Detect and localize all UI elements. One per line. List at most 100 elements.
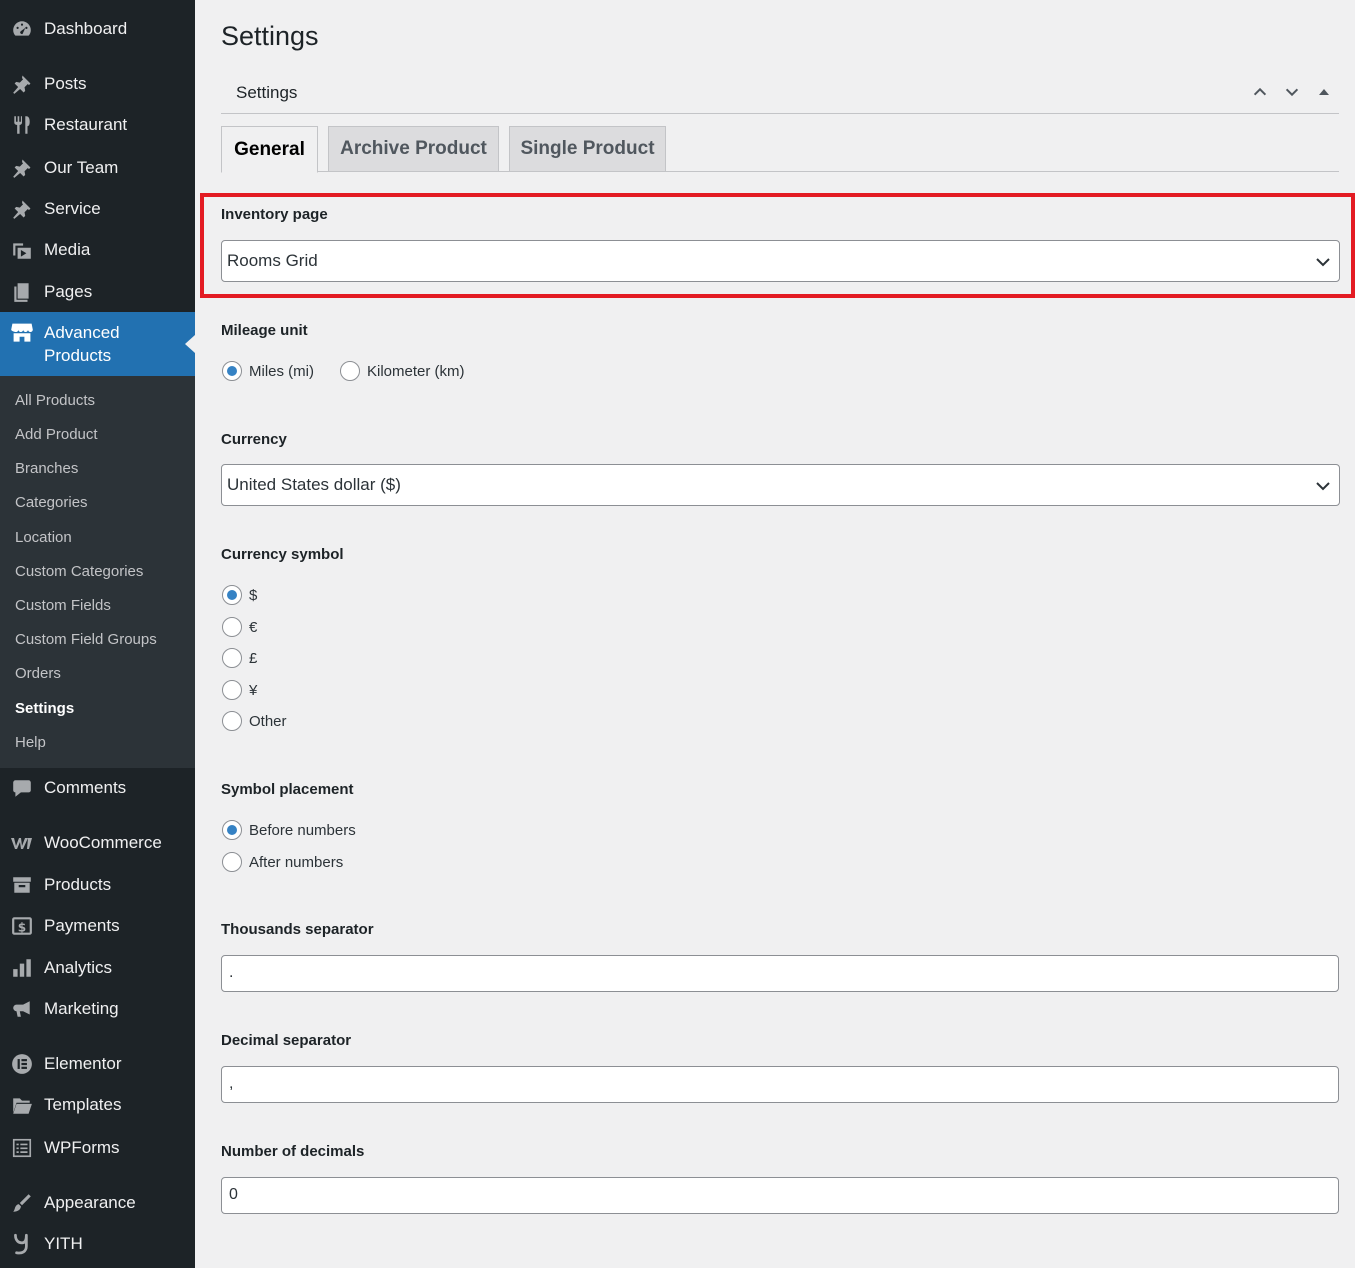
megaphone-icon xyxy=(10,997,34,1021)
pin-icon xyxy=(10,197,34,221)
radio-button[interactable] xyxy=(222,820,242,840)
symbol-placement-label: Symbol placement xyxy=(221,781,354,798)
symbol-pound-option[interactable]: £ xyxy=(222,648,257,668)
radio-button[interactable] xyxy=(222,852,242,872)
menu-advanced-products[interactable]: Advanced Products xyxy=(0,312,195,376)
forms-icon xyxy=(10,1136,34,1160)
menu-yith[interactable]: YITH xyxy=(0,1227,195,1261)
collapse-toggle-button[interactable] xyxy=(1313,81,1335,103)
menu-elementor[interactable]: Elementor xyxy=(0,1047,195,1081)
menu-restaurant[interactable]: Restaurant xyxy=(0,108,195,142)
radio-button[interactable] xyxy=(340,361,360,381)
menu-posts[interactable]: Posts xyxy=(0,67,195,101)
menu-label: WooCommerce xyxy=(44,833,162,852)
currency-value: United States dollar ($) xyxy=(227,475,401,494)
inventory-page-label: Inventory page xyxy=(221,206,328,223)
payment-icon: $ xyxy=(10,914,34,938)
yith-icon xyxy=(10,1232,34,1256)
menu-label: WPForms xyxy=(44,1138,120,1157)
radio-button[interactable] xyxy=(222,585,242,605)
decimal-separator-input[interactable]: , xyxy=(221,1066,1339,1103)
radio-label: Other xyxy=(249,712,287,730)
tab-general[interactable]: General xyxy=(221,126,318,173)
menu-label: YITH xyxy=(44,1234,83,1253)
radio-button[interactable] xyxy=(222,680,242,700)
main-content: Settings Settings General Archive Produc… xyxy=(195,0,1355,1268)
input-value: . xyxy=(229,964,234,981)
store-icon xyxy=(10,320,34,344)
menu-media[interactable]: Media xyxy=(0,233,195,267)
radio-label: Miles (mi) xyxy=(249,362,314,380)
radio-label: After numbers xyxy=(249,853,344,871)
submenu-location[interactable]: Location xyxy=(15,529,72,546)
mileage-kilometer-option[interactable]: Kilometer (km) xyxy=(340,361,465,381)
menu-label: Service xyxy=(44,199,101,218)
menu-label: Templates xyxy=(44,1095,122,1114)
submenu-branches[interactable]: Branches xyxy=(15,460,78,477)
svg-text:$: $ xyxy=(18,921,26,935)
inventory-page-value: Rooms Grid xyxy=(227,251,318,270)
menu-label: Media xyxy=(44,240,91,259)
thousands-separator-input[interactable]: . xyxy=(221,955,1339,992)
menu-marketing[interactable]: Marketing xyxy=(0,992,195,1026)
menu-payments[interactable]: $ Payments xyxy=(0,909,195,943)
menu-label: Payments xyxy=(44,916,120,935)
menu-label: Our Team xyxy=(44,158,119,177)
symbol-dollar-option[interactable]: $ xyxy=(222,585,257,605)
page-title: Settings xyxy=(221,21,319,51)
input-value: , xyxy=(229,1075,234,1092)
submenu-help[interactable]: Help xyxy=(15,734,46,751)
radio-button[interactable] xyxy=(222,361,242,381)
symbol-euro-option[interactable]: € xyxy=(222,617,257,637)
submenu-categories[interactable]: Categories xyxy=(15,494,88,511)
symbol-other-option[interactable]: Other xyxy=(222,711,287,731)
settings-tabs: General Archive Product Single Product xyxy=(221,126,1339,173)
currency-label: Currency xyxy=(221,431,287,448)
submenu-settings[interactable]: Settings xyxy=(15,700,74,717)
decimal-separator-label: Decimal separator xyxy=(221,1032,352,1049)
menu-products[interactable]: Products xyxy=(0,868,195,902)
placement-before-option[interactable]: Before numbers xyxy=(222,820,356,840)
symbol-yen-option[interactable]: ¥ xyxy=(222,680,257,700)
folder-icon xyxy=(10,1093,34,1117)
menu-label: Posts xyxy=(44,74,87,93)
placement-after-option[interactable]: After numbers xyxy=(222,852,343,872)
tab-single-product[interactable]: Single Product xyxy=(509,126,666,172)
submenu-custom-categories[interactable]: Custom Categories xyxy=(15,563,143,580)
menu-our-team[interactable]: Our Team xyxy=(0,151,195,185)
pin-icon xyxy=(10,156,34,180)
move-down-button[interactable] xyxy=(1281,81,1303,103)
menu-service[interactable]: Service xyxy=(0,192,195,226)
radio-button[interactable] xyxy=(222,648,242,668)
menu-templates[interactable]: Templates xyxy=(0,1088,195,1122)
submenu-custom-fields[interactable]: Custom Fields xyxy=(15,597,111,614)
tab-archive-product[interactable]: Archive Product xyxy=(328,126,499,172)
menu-analytics[interactable]: Analytics xyxy=(0,951,195,985)
submenu-custom-field-groups[interactable]: Custom Field Groups xyxy=(15,631,157,648)
brush-icon xyxy=(10,1191,34,1215)
submenu-orders[interactable]: Orders xyxy=(15,665,61,682)
move-up-button[interactable] xyxy=(1249,81,1271,103)
menu-woocommerce[interactable]: WooCommerce xyxy=(0,826,195,860)
menu-dashboard[interactable]: Dashboard xyxy=(0,12,195,46)
menu-label: Elementor xyxy=(44,1054,122,1073)
menu-label: Advanced Products xyxy=(44,323,120,365)
menu-wpforms[interactable]: WPForms xyxy=(0,1131,195,1165)
submenu-all-products[interactable]: All Products xyxy=(15,392,95,409)
chevron-down-icon xyxy=(1316,258,1330,267)
currency-select[interactable]: United States dollar ($) xyxy=(221,464,1340,506)
number-of-decimals-input[interactable]: 0 xyxy=(221,1177,1339,1214)
menu-label: Appearance xyxy=(44,1193,136,1212)
menu-comments[interactable]: Comments xyxy=(0,771,195,805)
radio-button[interactable] xyxy=(222,617,242,637)
mileage-miles-option[interactable]: Miles (mi) xyxy=(222,361,314,381)
menu-pages[interactable]: Pages xyxy=(0,275,195,309)
dashboard-icon xyxy=(10,17,34,41)
radio-label: $ xyxy=(249,586,258,604)
submenu-add-product[interactable]: Add Product xyxy=(15,426,98,443)
menu-label: Pages xyxy=(44,282,93,301)
menu-appearance[interactable]: Appearance xyxy=(0,1186,195,1220)
menu-label: Marketing xyxy=(44,999,119,1018)
inventory-page-select[interactable]: Rooms Grid xyxy=(221,240,1340,282)
radio-button[interactable] xyxy=(222,711,242,731)
